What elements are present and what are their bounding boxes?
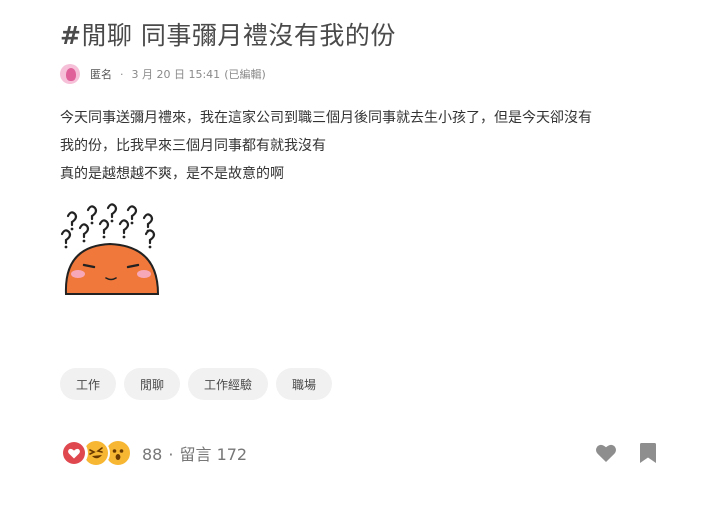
body-line: 我的份，比我早來三個月同事都有就我沒有 <box>60 138 326 154</box>
bookmark-icon[interactable] <box>636 441 660 465</box>
post-actions <box>594 441 660 465</box>
reaction-summary[interactable] <box>60 439 132 467</box>
author-name[interactable]: 匿名 <box>90 66 112 82</box>
tag-list: 工作 閒聊 工作經驗 職場 <box>60 368 333 400</box>
title-text: 閒聊 同事彌月禮沒有我的份 <box>81 21 396 50</box>
reaction-count: 88 <box>142 445 163 464</box>
body-line: 真的是越想越不爽，是不是故意的啊 <box>60 166 284 182</box>
edited-label: (已編輯) <box>224 68 266 81</box>
post-footer: 88 · 留言 172 <box>60 436 660 470</box>
engagement-counts: 88 · 留言 172 <box>142 441 247 465</box>
post-meta: 匿名 · 3 月 20 日 15:41 (已編輯) <box>60 63 266 85</box>
tag-chat[interactable]: 閒聊 <box>124 368 181 400</box>
comments-count[interactable]: 172 <box>217 445 248 464</box>
post-body: 今天同事送彌月禮來，我在這家公司到職三個月後同事就去生小孩了，但是今天卻沒有 我… <box>60 104 675 188</box>
tag-work[interactable]: 工作 <box>60 368 117 400</box>
heart-icon <box>60 439 88 467</box>
avatar[interactable] <box>60 64 80 84</box>
footer-dot: · <box>168 445 174 464</box>
tag-workplace[interactable]: 職場 <box>276 368 333 400</box>
body-line: 今天同事送彌月禮來，我在這家公司到職三個月後同事就去生小孩了，但是今天卻沒有 <box>60 110 592 126</box>
meta-separator: · <box>120 67 124 81</box>
post-datetime: 3 月 20 日 15:41 <box>131 68 221 81</box>
post-title: #閒聊 同事彌月禮沒有我的份 <box>60 16 396 52</box>
tag-work-experience[interactable]: 工作經驗 <box>188 368 269 400</box>
confused-sticker <box>60 203 160 295</box>
comments-label[interactable]: 留言 <box>179 445 211 464</box>
like-heart-icon[interactable] <box>594 441 618 465</box>
title-hash: # <box>60 21 82 50</box>
